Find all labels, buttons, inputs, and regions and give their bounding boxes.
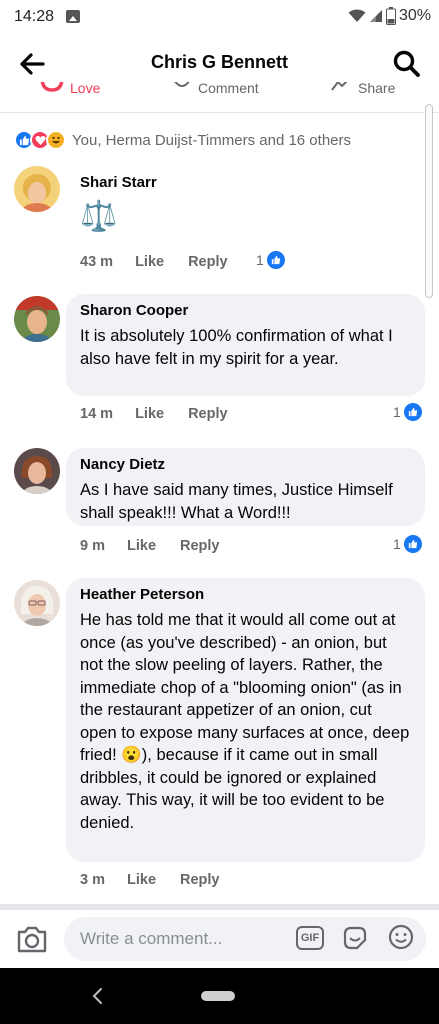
comment-label: Comment	[198, 82, 259, 96]
comment-reply-button[interactable]: Reply	[188, 254, 228, 270]
share-action-button[interactable]: Share	[330, 82, 395, 98]
comment-bubble-icon	[174, 82, 190, 87]
comment-time: 9 m	[80, 538, 105, 554]
nav-home-pill[interactable]	[201, 991, 235, 1001]
comment-like-count[interactable]: 1	[393, 535, 422, 553]
comment-actions: 9 m Like Reply	[80, 538, 220, 554]
comment-author[interactable]: Nancy Dietz	[80, 456, 411, 473]
avatar[interactable]	[14, 166, 60, 212]
share-arrow-icon	[331, 82, 348, 91]
comment-text: As I have said many times, Justice Himse…	[80, 481, 393, 522]
love-label: Love	[70, 82, 101, 96]
gif-label: GIF	[300, 932, 320, 944]
comment-author[interactable]: Shari Starr	[80, 174, 252, 191]
comment-like-count[interactable]: 1	[256, 251, 285, 269]
comment-bubble: Nancy Dietz As I have said many times, J…	[66, 448, 425, 526]
like-count-text: 1	[256, 252, 264, 268]
love-reaction-icon	[40, 82, 64, 92]
avatar[interactable]	[14, 448, 60, 494]
nav-back-icon[interactable]	[90, 986, 106, 1006]
comment-time: 43 m	[80, 254, 114, 270]
haha-reaction-icon	[46, 130, 66, 150]
comment-text: ⚖️	[80, 200, 118, 233]
comment-time: 14 m	[80, 406, 114, 422]
avatar[interactable]	[14, 296, 60, 342]
scrollbar-thumb[interactable]	[425, 104, 433, 298]
comment-text: It is absolutely 100% confirmation of wh…	[80, 327, 393, 368]
comment-composer: GIF	[0, 910, 439, 968]
like-count-text: 1	[393, 404, 401, 420]
system-nav-bar	[0, 968, 439, 1024]
comment-bubble: Sharon Cooper It is absolutely 100% conf…	[66, 294, 425, 396]
comment-like-button[interactable]: Like	[135, 254, 164, 270]
camera-icon[interactable]	[16, 924, 48, 954]
like-badge-icon	[266, 251, 285, 269]
battery-percent: 30%	[398, 7, 431, 24]
avatar[interactable]	[14, 580, 60, 626]
wifi-icon	[348, 9, 366, 22]
emoji-icon[interactable]	[387, 923, 415, 951]
reactions-summary-text: You, Herma Duijst-Timmers and 16 others	[72, 131, 351, 149]
comment-input[interactable]	[64, 917, 426, 961]
comment-time: 3 m	[80, 872, 105, 888]
share-label: Share	[358, 82, 396, 96]
status-time: 14:28	[14, 8, 55, 25]
signal-icon	[369, 10, 382, 22]
comment-actions: 3 m Like Reply	[80, 872, 220, 888]
like-count-text: 1	[393, 536, 401, 552]
comment-action-button[interactable]: Comment	[172, 82, 259, 98]
comment-like-button[interactable]: Like	[127, 872, 156, 888]
divider	[0, 112, 439, 113]
post-action-bar: Love Comment Share	[0, 82, 439, 102]
page-title: Chris G Bennett	[150, 52, 288, 72]
comment-actions: 43 m Like Reply	[80, 254, 228, 270]
love-action-button[interactable]: Love	[40, 82, 100, 98]
like-badge-icon	[403, 403, 422, 421]
comment-author[interactable]: Heather Peterson	[80, 586, 411, 603]
status-right: 30%	[348, 7, 431, 25]
comment-author[interactable]: Sharon Cooper	[80, 302, 411, 319]
comment-like-button[interactable]: Like	[127, 538, 156, 554]
sticker-icon[interactable]	[341, 924, 369, 952]
comment-reply-button[interactable]: Reply	[180, 538, 220, 554]
reactions-summary[interactable]: You, Herma Duijst-Timmers and 16 others	[14, 130, 351, 150]
comment-text: He has told me that it would all come ou…	[80, 611, 410, 832]
search-icon[interactable]	[391, 48, 423, 80]
battery-icon	[385, 7, 396, 25]
status-bar: 14:28 30%	[0, 0, 439, 36]
comment-like-button[interactable]: Like	[135, 406, 164, 422]
gif-button[interactable]: GIF	[296, 926, 324, 950]
comment-actions: 14 m Like Reply	[80, 406, 228, 422]
comment-bubble: Heather Peterson He has told me that it …	[66, 578, 425, 862]
comment-bubble: Shari Starr ⚖️	[66, 166, 266, 247]
like-badge-icon	[403, 535, 422, 553]
image-notification-icon	[66, 10, 80, 23]
comment-reply-button[interactable]: Reply	[188, 406, 228, 422]
comment-reply-button[interactable]: Reply	[180, 872, 220, 888]
comment-like-count[interactable]: 1	[393, 403, 422, 421]
